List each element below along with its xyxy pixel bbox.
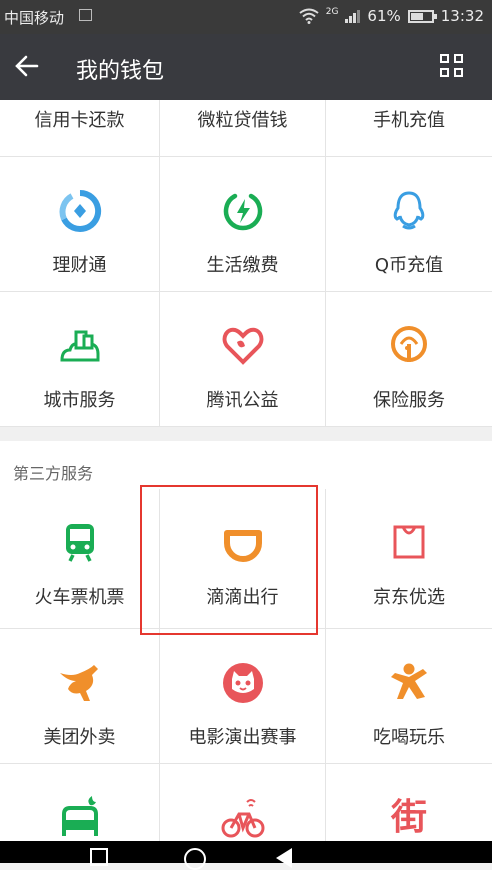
hotel-bed-icon	[61, 796, 98, 836]
service-didi[interactable]: 滴滴出行	[159, 489, 325, 628]
section-title: 第三方服务	[0, 441, 492, 489]
service-food-fun[interactable]: 吃喝玩乐	[325, 629, 492, 763]
insurance-icon	[391, 326, 427, 362]
person-fun-icon	[391, 663, 427, 699]
service-insurance[interactable]: 保险服务	[325, 292, 492, 426]
service-label: 手机充值	[373, 110, 445, 131]
didi-icon	[223, 530, 262, 562]
service-label: 理财通	[52, 255, 107, 276]
service-row: 信用卡还款 微粒贷借钱 手机充值	[0, 100, 492, 157]
wallet-content: 信用卡还款 微粒贷借钱 手机充值 理财通 生活缴费 Q币充值 城市服务 腾讯公益…	[0, 100, 492, 841]
wealth-icon	[59, 189, 101, 232]
service-row: 理财通 生活缴费 Q币充值	[0, 157, 492, 292]
service-row: 街	[0, 764, 492, 841]
back-icon[interactable]	[276, 848, 292, 868]
service-row: 城市服务 腾讯公益 保险服务	[0, 292, 492, 427]
section-divider	[0, 427, 492, 441]
street-char-icon: 街	[390, 797, 427, 838]
battery-icon	[407, 9, 437, 23]
service-q-coin[interactable]: Q币充值	[325, 157, 492, 291]
kangaroo-icon	[59, 665, 98, 701]
wifi-icon	[299, 8, 319, 24]
network-type: 2G	[325, 6, 339, 17]
service-label: 滴滴出行	[206, 587, 279, 608]
service-label: 微粒贷借钱	[197, 110, 288, 131]
app-header: 我的钱包	[0, 34, 492, 100]
service-mobile-topup[interactable]: 手机充值	[325, 100, 492, 156]
service-movie[interactable]: 电影演出赛事	[159, 629, 325, 763]
service-label: 保险服务	[373, 390, 445, 411]
service-hotel[interactable]	[0, 764, 159, 841]
service-label: 吃喝玩乐	[373, 727, 445, 748]
service-train-ticket[interactable]: 火车票机票	[0, 489, 159, 628]
service-label: 腾讯公益	[206, 390, 279, 411]
page-title: 我的钱包	[76, 59, 165, 84]
battery-percent: 61%	[367, 7, 401, 25]
charity-heart-icon	[222, 327, 263, 365]
service-label: 城市服务	[43, 390, 116, 411]
qq-coin-icon	[393, 191, 425, 230]
service-meituan[interactable]: 美团外卖	[0, 629, 159, 763]
service-charity[interactable]: 腾讯公益	[159, 292, 325, 426]
service-licaitong[interactable]: 理财通	[0, 157, 159, 291]
bike-icon	[221, 799, 264, 838]
service-bike[interactable]	[159, 764, 325, 841]
clock: 13:32	[440, 7, 484, 25]
status-bar: 中国移动 2G 61% 13:32	[0, 0, 492, 34]
service-jd[interactable]: 京东优选	[325, 489, 492, 628]
android-nav-bar	[0, 841, 492, 870]
service-city[interactable]: 城市服务	[0, 292, 159, 426]
service-label: 生活缴费	[206, 255, 279, 276]
service-label: Q币充值	[374, 255, 444, 276]
city-services-icon	[59, 330, 99, 362]
service-credit-card[interactable]: 信用卡还款	[0, 100, 159, 156]
carrier-name: 中国移动	[4, 9, 65, 27]
service-label: 电影演出赛事	[188, 727, 297, 748]
train-icon	[65, 524, 94, 562]
service-row: 美团外卖 电影演出赛事 吃喝玩乐	[0, 629, 492, 764]
signal-icon	[345, 9, 361, 23]
home-icon[interactable]	[184, 848, 206, 870]
service-label: 美团外卖	[43, 727, 116, 748]
service-weilidai[interactable]: 微粒贷借钱	[159, 100, 325, 156]
grid-menu-icon[interactable]	[440, 54, 466, 80]
service-label: 信用卡还款	[34, 110, 125, 131]
sim-icon	[79, 9, 92, 21]
jd-bag-icon	[393, 525, 425, 559]
service-label: 火车票机票	[34, 587, 125, 608]
back-arrow-icon[interactable]	[13, 52, 41, 80]
service-row: 火车票机票 滴滴出行 京东优选	[0, 489, 492, 629]
recent-apps-icon[interactable]	[90, 848, 108, 866]
service-bill-payment[interactable]: 生活缴费	[159, 157, 325, 291]
cat-face-icon	[222, 663, 263, 703]
service-label: 京东优选	[373, 587, 445, 608]
bill-payment-icon	[223, 193, 262, 231]
service-street[interactable]: 街	[325, 764, 492, 841]
